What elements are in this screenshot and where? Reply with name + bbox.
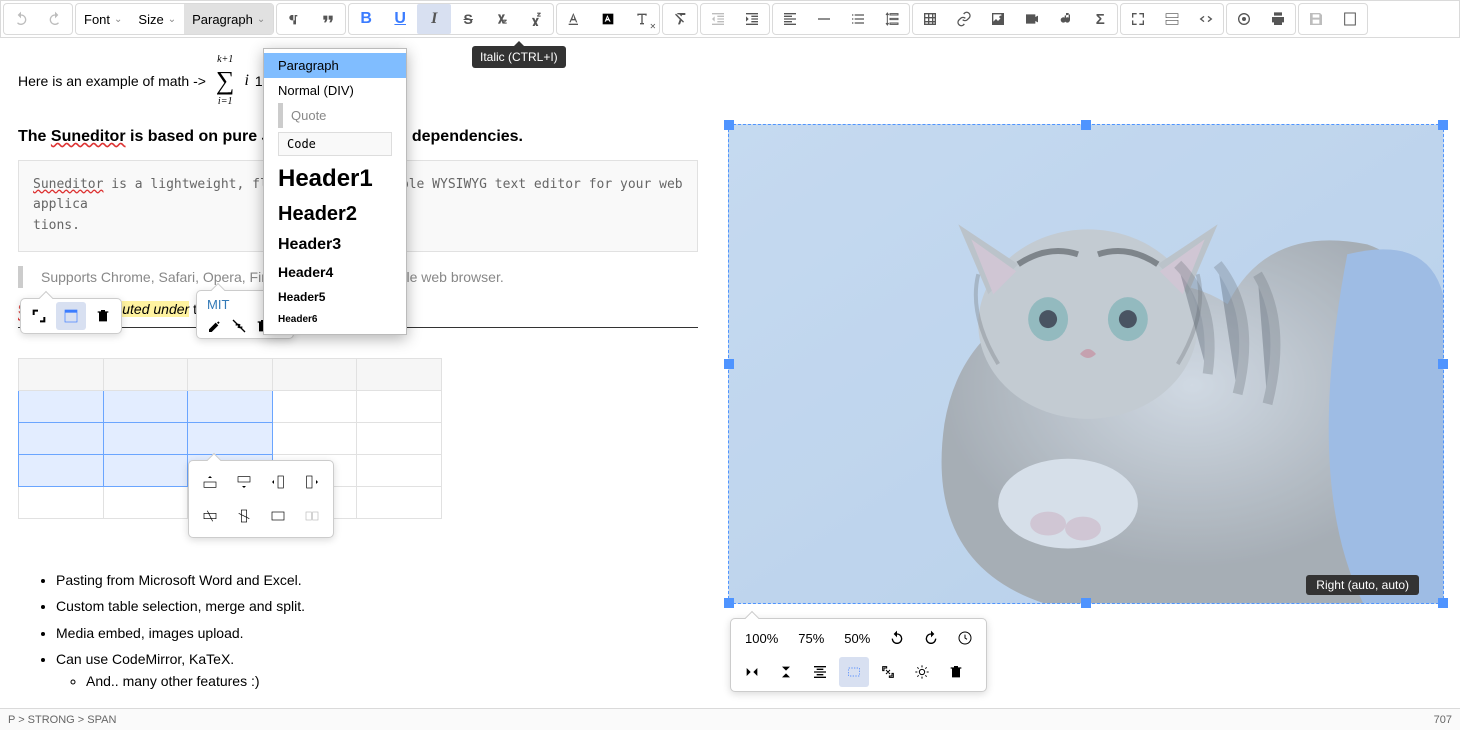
format-menu: Paragraph Normal (DIV) Quote Code Header… bbox=[263, 48, 407, 335]
format-h6[interactable]: Header6 bbox=[264, 309, 406, 330]
save-button[interactable] bbox=[1299, 4, 1333, 34]
size-dropdown[interactable]: Size ⌄ bbox=[130, 4, 184, 34]
insert-col-right-icon[interactable] bbox=[297, 467, 327, 497]
delete-icon[interactable] bbox=[88, 302, 118, 330]
table-header-popup bbox=[20, 298, 122, 334]
print-button[interactable] bbox=[1261, 4, 1295, 34]
delete-col-icon[interactable] bbox=[229, 501, 259, 531]
fixed-column-icon[interactable] bbox=[56, 302, 86, 330]
selected-image[interactable]: Right (auto, auto) bbox=[728, 124, 1444, 604]
char-count: 707 bbox=[1434, 714, 1452, 726]
image-info-label: Right (auto, auto) bbox=[1306, 575, 1419, 595]
horizontal-rule-button[interactable] bbox=[807, 4, 841, 34]
resize-handle[interactable] bbox=[724, 598, 734, 608]
indent-button[interactable] bbox=[735, 4, 769, 34]
resize-handle[interactable] bbox=[1438, 598, 1448, 608]
unlink-icon[interactable] bbox=[231, 318, 247, 334]
template-button[interactable] bbox=[1333, 4, 1367, 34]
format-h1[interactable]: Header1 bbox=[264, 160, 406, 198]
resize-handle[interactable] bbox=[1438, 359, 1448, 369]
insert-row-above-icon[interactable] bbox=[195, 467, 225, 497]
resize-handle[interactable] bbox=[1438, 120, 1448, 130]
float-image-icon[interactable] bbox=[839, 657, 869, 687]
merge-cells-icon[interactable] bbox=[263, 501, 293, 531]
delete-row-icon[interactable] bbox=[195, 501, 225, 531]
italic-button[interactable]: I bbox=[417, 4, 451, 34]
fullscreen-button[interactable] bbox=[1121, 4, 1155, 34]
resize-50-button[interactable]: 50% bbox=[836, 627, 878, 650]
show-blocks-button[interactable] bbox=[1155, 4, 1189, 34]
blockquote-button[interactable] bbox=[311, 4, 345, 34]
status-bar: P > STRONG > SPAN 707 bbox=[0, 708, 1460, 730]
outdent-button[interactable] bbox=[701, 4, 735, 34]
math-formula: k+1 ∑ i=1 bbox=[216, 52, 235, 110]
format-h3[interactable]: Header3 bbox=[264, 231, 406, 259]
math-var: i bbox=[244, 68, 248, 94]
resize-handle[interactable] bbox=[1081, 598, 1091, 608]
link-button[interactable] bbox=[947, 4, 981, 34]
revert-icon[interactable] bbox=[873, 657, 903, 687]
redo-button[interactable] bbox=[38, 4, 72, 34]
code-view-button[interactable] bbox=[1189, 4, 1223, 34]
image-toolbar: 100% 75% 50% bbox=[730, 618, 987, 692]
delete-image-icon[interactable] bbox=[941, 657, 971, 687]
font-color-button[interactable] bbox=[557, 4, 591, 34]
resize-handle[interactable] bbox=[1081, 120, 1091, 130]
underline-button[interactable]: U bbox=[383, 4, 417, 34]
insert-col-left-icon[interactable] bbox=[263, 467, 293, 497]
mirror-v-icon[interactable] bbox=[771, 657, 801, 687]
undo-button[interactable] bbox=[4, 4, 38, 34]
text-style-button[interactable]: ✕ bbox=[625, 4, 659, 34]
rotate-left-icon[interactable] bbox=[882, 623, 912, 653]
split-cells-icon[interactable] bbox=[297, 501, 327, 531]
toolbar: Font ⌄ Size ⌄ Paragraph⌄ B U I S ✕ bbox=[0, 0, 1460, 38]
align-button[interactable] bbox=[773, 4, 807, 34]
line-height-button[interactable] bbox=[875, 4, 909, 34]
image-button[interactable] bbox=[981, 4, 1015, 34]
remove-format-button[interactable] bbox=[663, 4, 697, 34]
highlight-color-button[interactable] bbox=[591, 4, 625, 34]
font-dropdown[interactable]: Font ⌄ bbox=[76, 4, 130, 34]
paragraph-style-button[interactable] bbox=[277, 4, 311, 34]
video-button[interactable] bbox=[1015, 4, 1049, 34]
expand-icon[interactable] bbox=[24, 302, 54, 330]
format-quote[interactable]: Quote bbox=[278, 103, 406, 128]
preview-button[interactable] bbox=[1227, 4, 1261, 34]
insert-row-below-icon[interactable] bbox=[229, 467, 259, 497]
bold-button[interactable]: B bbox=[349, 4, 383, 34]
subscript-button[interactable] bbox=[485, 4, 519, 34]
caption-icon[interactable] bbox=[950, 623, 980, 653]
format-h4[interactable]: Header4 bbox=[264, 259, 406, 285]
format-code[interactable]: Code bbox=[278, 132, 392, 156]
math-button[interactable]: Σ bbox=[1083, 4, 1117, 34]
element-path[interactable]: P > STRONG > SPAN bbox=[8, 714, 116, 726]
resize-75-button[interactable]: 75% bbox=[790, 627, 832, 650]
resize-100-button[interactable]: 100% bbox=[737, 627, 786, 650]
edit-icon[interactable] bbox=[207, 318, 223, 334]
table-cell-popup bbox=[188, 460, 334, 538]
text: Here is an example of math -> bbox=[18, 70, 206, 92]
strike-button[interactable]: S bbox=[451, 4, 485, 34]
format-h5[interactable]: Header5 bbox=[264, 285, 406, 309]
list-button[interactable] bbox=[841, 4, 875, 34]
rotate-right-icon[interactable] bbox=[916, 623, 946, 653]
format-dropdown[interactable]: Paragraph⌄ bbox=[184, 4, 273, 34]
edit-image-icon[interactable] bbox=[907, 657, 937, 687]
superscript-button[interactable] bbox=[519, 4, 553, 34]
align-image-icon[interactable] bbox=[805, 657, 835, 687]
resize-handle[interactable] bbox=[724, 120, 734, 130]
format-paragraph[interactable]: Paragraph bbox=[264, 53, 406, 78]
audio-button[interactable] bbox=[1049, 4, 1083, 34]
mirror-h-icon[interactable] bbox=[737, 657, 767, 687]
format-h2[interactable]: Header2 bbox=[264, 198, 406, 231]
resize-handle[interactable] bbox=[724, 359, 734, 369]
table-button[interactable] bbox=[913, 4, 947, 34]
format-normal-div[interactable]: Normal (DIV) bbox=[264, 78, 406, 103]
italic-tooltip: Italic (CTRL+I) bbox=[472, 46, 566, 68]
